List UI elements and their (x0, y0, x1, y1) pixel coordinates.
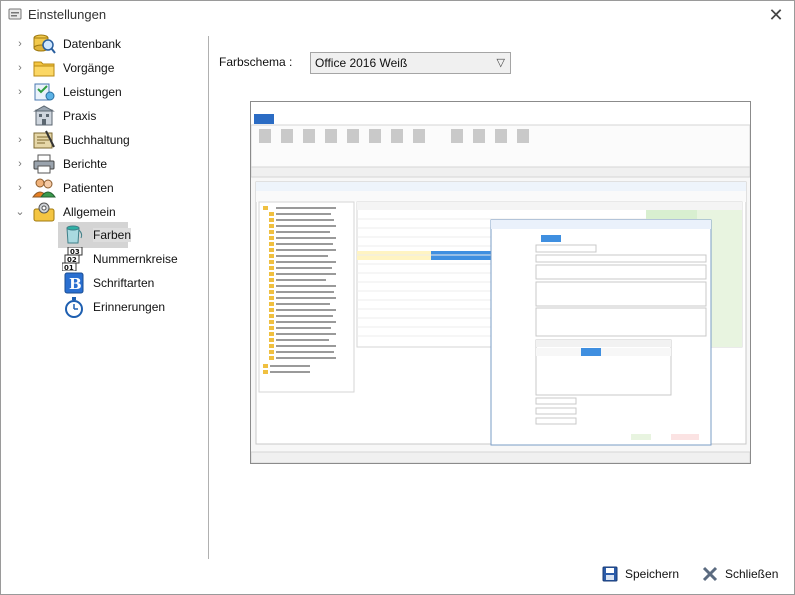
nav-subitem-schriftarten[interactable]: B Schriftarten (61, 271, 154, 295)
close-label: Schließen (725, 567, 779, 581)
chevron-right-icon: › (18, 62, 22, 74)
folder-icon (31, 56, 57, 80)
nav-item-datenbank[interactable]: › Datenbank (15, 32, 121, 56)
nav-label: Patienten (63, 181, 114, 195)
farbschema-label: Farbschema : (219, 55, 293, 69)
font-b-icon: B (61, 271, 87, 295)
nav-label: Nummernkreise (93, 252, 178, 266)
chevron-right-icon: › (18, 158, 22, 170)
stopwatch-icon (61, 295, 87, 319)
printer-icon (31, 152, 57, 176)
nav-subitem-nummernkreise[interactable]: 03 02 01 Nummernkreise (61, 247, 178, 271)
nav-label: Schriftarten (93, 276, 155, 290)
building-icon (31, 104, 57, 128)
nav-item-berichte[interactable]: › Berichte (15, 152, 107, 176)
color-scheme-preview (250, 101, 751, 464)
nav-subitem-farben[interactable]: Farben (61, 223, 132, 247)
nav-label: Praxis (63, 109, 97, 123)
paint-bucket-icon (61, 223, 87, 247)
save-label: Speichern (625, 567, 680, 581)
close-window-button[interactable]: ✕ (766, 5, 786, 25)
nav-item-buchhaltung[interactable]: › Buchhaltung (15, 128, 130, 152)
nav-label: Allgemein (63, 205, 116, 219)
nav-item-allgemein[interactable]: ⌄ Allgemein (15, 200, 116, 224)
chevron-right-icon: › (18, 86, 22, 98)
panel-divider (208, 36, 209, 559)
chevron-right-icon: › (18, 134, 22, 146)
chevron-down-icon: ⌄ (15, 206, 25, 218)
nav-item-leistungen[interactable]: › Leistungen (15, 80, 122, 104)
database-search-icon (31, 32, 57, 56)
nav-label: Datenbank (63, 37, 122, 51)
nav-item-praxis[interactable]: Praxis (31, 104, 96, 128)
nav-item-vorgaenge[interactable]: › Vorgänge (15, 56, 114, 80)
preview-image (251, 102, 750, 463)
number-ranges-icon: 03 02 01 (61, 247, 87, 271)
close-button[interactable]: Schließen (701, 565, 778, 583)
nav-item-patienten[interactable]: › Patienten (15, 176, 114, 200)
general-settings-icon (31, 200, 57, 224)
accounting-icon (31, 128, 57, 152)
patients-icon (31, 176, 57, 200)
nav-label: Erinnerungen (93, 300, 166, 314)
app-settings-icon (8, 7, 22, 21)
nav-subitem-erinnerungen[interactable]: Erinnerungen (61, 295, 165, 319)
farbschema-dropdown[interactable]: Office 2016 Weiß ▽ (310, 52, 511, 74)
svg-text:01: 01 (64, 264, 74, 271)
nav-label: Leistungen (63, 85, 122, 99)
nav-label: Berichte (63, 157, 108, 171)
window-title: Einstellungen (28, 7, 107, 22)
svg-text:B: B (69, 275, 82, 293)
save-button[interactable]: Speichern (601, 565, 679, 583)
floppy-disk-icon (601, 565, 619, 583)
close-x-icon (701, 565, 719, 583)
services-icon (31, 80, 57, 104)
title-bar: Einstellungen ✕ (1, 1, 794, 29)
nav-label: Buchhaltung (63, 133, 130, 147)
chevron-right-icon: › (18, 182, 22, 194)
nav-label: Farben (93, 228, 132, 242)
settings-window: Einstellungen ✕ › Datenbank › Vorgänge ›… (0, 0, 795, 595)
nav-label: Vorgänge (63, 61, 115, 75)
chevron-right-icon: › (18, 38, 22, 50)
farbschema-value: Office 2016 Weiß (315, 56, 408, 70)
chevron-down-icon: ▽ (496, 57, 505, 69)
